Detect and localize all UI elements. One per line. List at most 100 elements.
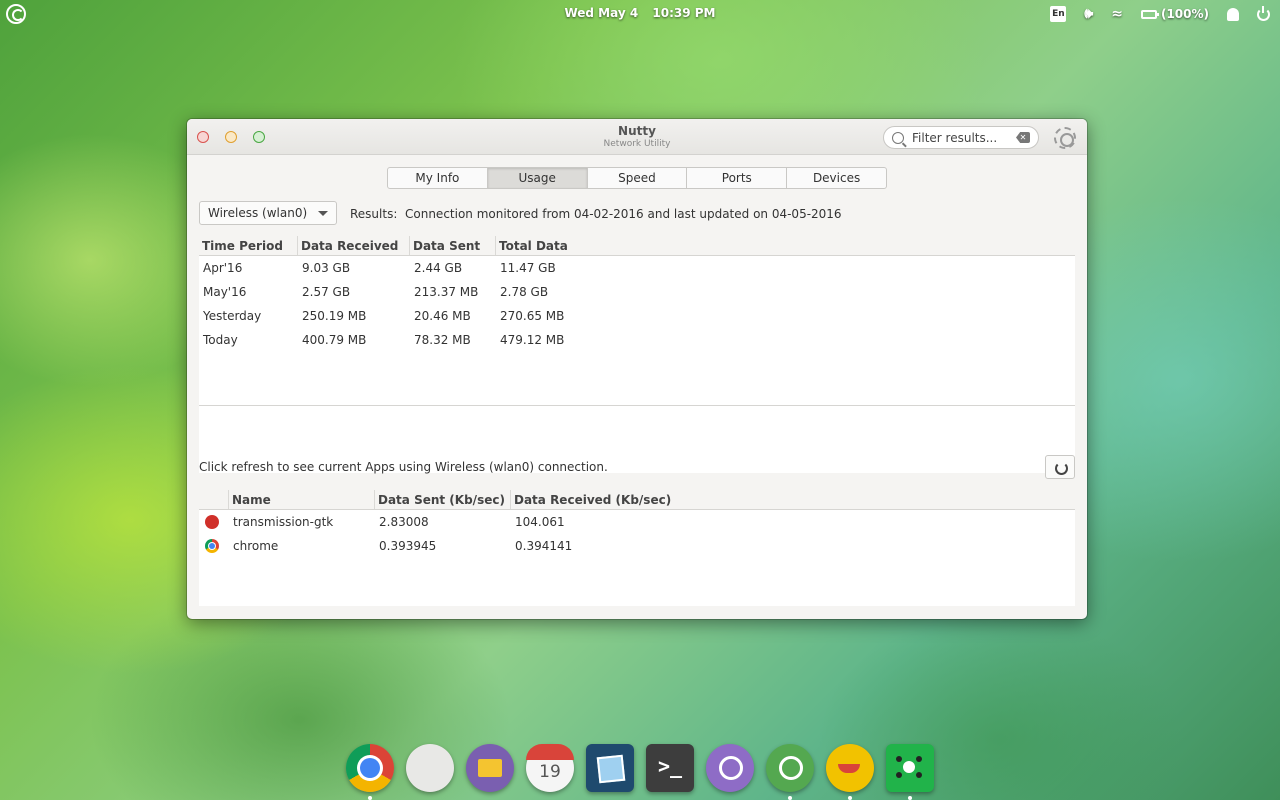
results-label: Results:: [350, 207, 398, 221]
table-cell: 20.46 MB: [414, 309, 471, 323]
clock-date: Wed May 4: [564, 6, 639, 20]
nutty-window: Nutty Network Utility ✕ My Info Usage Sp…: [187, 119, 1087, 619]
table-cell: 2.57 GB: [302, 285, 351, 299]
column-header[interactable]: Data Sent (Kb/sec): [375, 490, 511, 509]
whatsapp-icon: [766, 744, 814, 792]
clear-icon[interactable]: ✕: [1016, 132, 1030, 143]
column-header[interactable]: Name: [229, 490, 375, 509]
column-header[interactable]: Total Data: [496, 236, 1075, 255]
volume-icon[interactable]: 🕪: [1084, 4, 1093, 24]
viber-icon: [706, 744, 754, 792]
running-indicator: [788, 796, 792, 800]
table-cell: 213.37 MB: [414, 285, 479, 299]
indicators: En 🕪 ≈ (100%): [1032, 4, 1270, 24]
tab-my-info[interactable]: My Info: [388, 168, 488, 188]
session-indicator[interactable]: [1257, 4, 1270, 24]
table-cell: transmission-gtk: [233, 515, 334, 529]
refresh-button[interactable]: [1045, 455, 1075, 479]
table-cell: May'16: [203, 285, 247, 299]
column-header[interactable]: Data Received: [298, 236, 410, 255]
titlebar[interactable]: Nutty Network Utility ✕: [187, 119, 1087, 155]
dock-item-terminal[interactable]: >_: [640, 740, 700, 796]
terminal-glyph: >_: [658, 754, 683, 778]
search-field[interactable]: ✕: [883, 126, 1039, 149]
column-header[interactable]: Time Period: [199, 236, 298, 255]
files-icon: [466, 744, 514, 792]
table-cell: Yesterday: [203, 309, 262, 323]
dock-item-chrome[interactable]: [340, 740, 400, 800]
chrome-icon: [205, 539, 219, 553]
results-text: Connection monitored from 04-02-2016 and…: [405, 207, 842, 221]
tab-bar: My Info Usage Speed Ports Devices: [387, 167, 887, 189]
battery-indicator[interactable]: (100%): [1140, 4, 1209, 24]
running-indicator: [848, 796, 852, 800]
tab-devices[interactable]: Devices: [787, 168, 886, 188]
table-row[interactable]: Yesterday 250.19 MB 20.46 MB 270.65 MB: [199, 304, 1075, 328]
table-cell: 104.061: [515, 515, 565, 529]
dock-item-whatsapp[interactable]: [760, 740, 820, 800]
keyboard-indicator[interactable]: En: [1050, 4, 1067, 24]
table-cell: 2.83008: [379, 515, 429, 529]
refresh-hint: Click refresh to see current Apps using …: [199, 460, 608, 474]
bell-icon: [1227, 7, 1239, 21]
dock-item-files[interactable]: [460, 740, 520, 796]
dock-item-switchboard[interactable]: [400, 740, 460, 796]
dock-item-photos[interactable]: [580, 740, 640, 796]
app-icon-cell: [199, 534, 229, 558]
table-cell: 250.19 MB: [302, 309, 367, 323]
top-panel: Wed May 4 10:39 PM En 🕪 ≈ (100%): [0, 0, 1280, 28]
tab-speed[interactable]: Speed: [588, 168, 688, 188]
battery-icon: [1140, 9, 1159, 19]
column-header[interactable]: Data Sent: [410, 236, 496, 255]
dock-item-viber[interactable]: [700, 740, 760, 796]
table-row[interactable]: May'16 2.57 GB 213.37 MB 2.78 GB: [199, 280, 1075, 304]
table-cell: chrome: [233, 539, 279, 553]
app-icon-cell: [199, 510, 229, 534]
tab-ports[interactable]: Ports: [687, 168, 788, 188]
table-row[interactable]: transmission-gtk 2.83008 104.061: [199, 510, 1075, 534]
network-icon: [886, 744, 934, 792]
table-cell: Apr'16: [203, 261, 243, 275]
table-row[interactable]: Apr'16 9.03 GB 2.44 GB 11.47 GB: [199, 256, 1075, 280]
chrome-icon: [346, 744, 394, 792]
usage-table: Time Period Data Received Data Sent Tota…: [199, 236, 1075, 473]
table-row[interactable]: chrome 0.393945 0.394141: [199, 534, 1075, 558]
gear-icon[interactable]: [1054, 127, 1076, 149]
table-cell: 78.32 MB: [414, 333, 471, 347]
lamp-icon: [826, 744, 874, 792]
table-cell: 270.65 MB: [500, 309, 565, 323]
table-cell: 2.44 GB: [414, 261, 463, 275]
switchboard-icon: [406, 744, 454, 792]
usage-table-header: Time Period Data Received Data Sent Tota…: [199, 236, 1075, 256]
dock-item-nutty[interactable]: [880, 740, 940, 800]
usage-table-body: Apr'16 9.03 GB 2.44 GB 11.47 GB May'16 2…: [199, 256, 1075, 352]
photos-icon: [586, 744, 634, 792]
column-header[interactable]: [199, 490, 229, 509]
wifi-icon[interactable]: ≈: [1111, 4, 1123, 24]
table-cell: 0.393945: [379, 539, 437, 553]
search-input[interactable]: [912, 130, 1012, 145]
table-cell: 9.03 GB: [302, 261, 351, 275]
battery-percent: (100%): [1160, 7, 1209, 21]
table-cell: 11.47 GB: [500, 261, 556, 275]
apps-table-header: Name Data Sent (Kb/sec) Data Received (K…: [199, 490, 1075, 510]
keyboard-layout-icon: En: [1050, 6, 1067, 22]
tab-usage[interactable]: Usage: [487, 168, 588, 188]
table-cell: 0.394141: [515, 539, 573, 553]
transmission-icon: [205, 515, 219, 529]
table-cell: Today: [203, 333, 238, 347]
table-cell: 2.78 GB: [500, 285, 549, 299]
divider: [199, 405, 1075, 406]
table-cell: 479.12 MB: [500, 333, 565, 347]
chevron-down-icon: [318, 211, 328, 216]
dock-item-lamp[interactable]: [820, 740, 880, 800]
dock-item-calendar[interactable]: 19: [520, 740, 580, 796]
terminal-icon: >_: [646, 744, 694, 792]
dock: 19 >_: [340, 740, 940, 800]
column-header[interactable]: Data Received (Kb/sec): [511, 490, 1075, 509]
interface-select[interactable]: Wireless (wlan0): [199, 201, 337, 225]
table-cell: 400.79 MB: [302, 333, 367, 347]
table-row[interactable]: Today 400.79 MB 78.32 MB 479.12 MB: [199, 328, 1075, 352]
notifications-indicator[interactable]: [1227, 4, 1239, 24]
apps-table: Name Data Sent (Kb/sec) Data Received (K…: [199, 490, 1075, 606]
